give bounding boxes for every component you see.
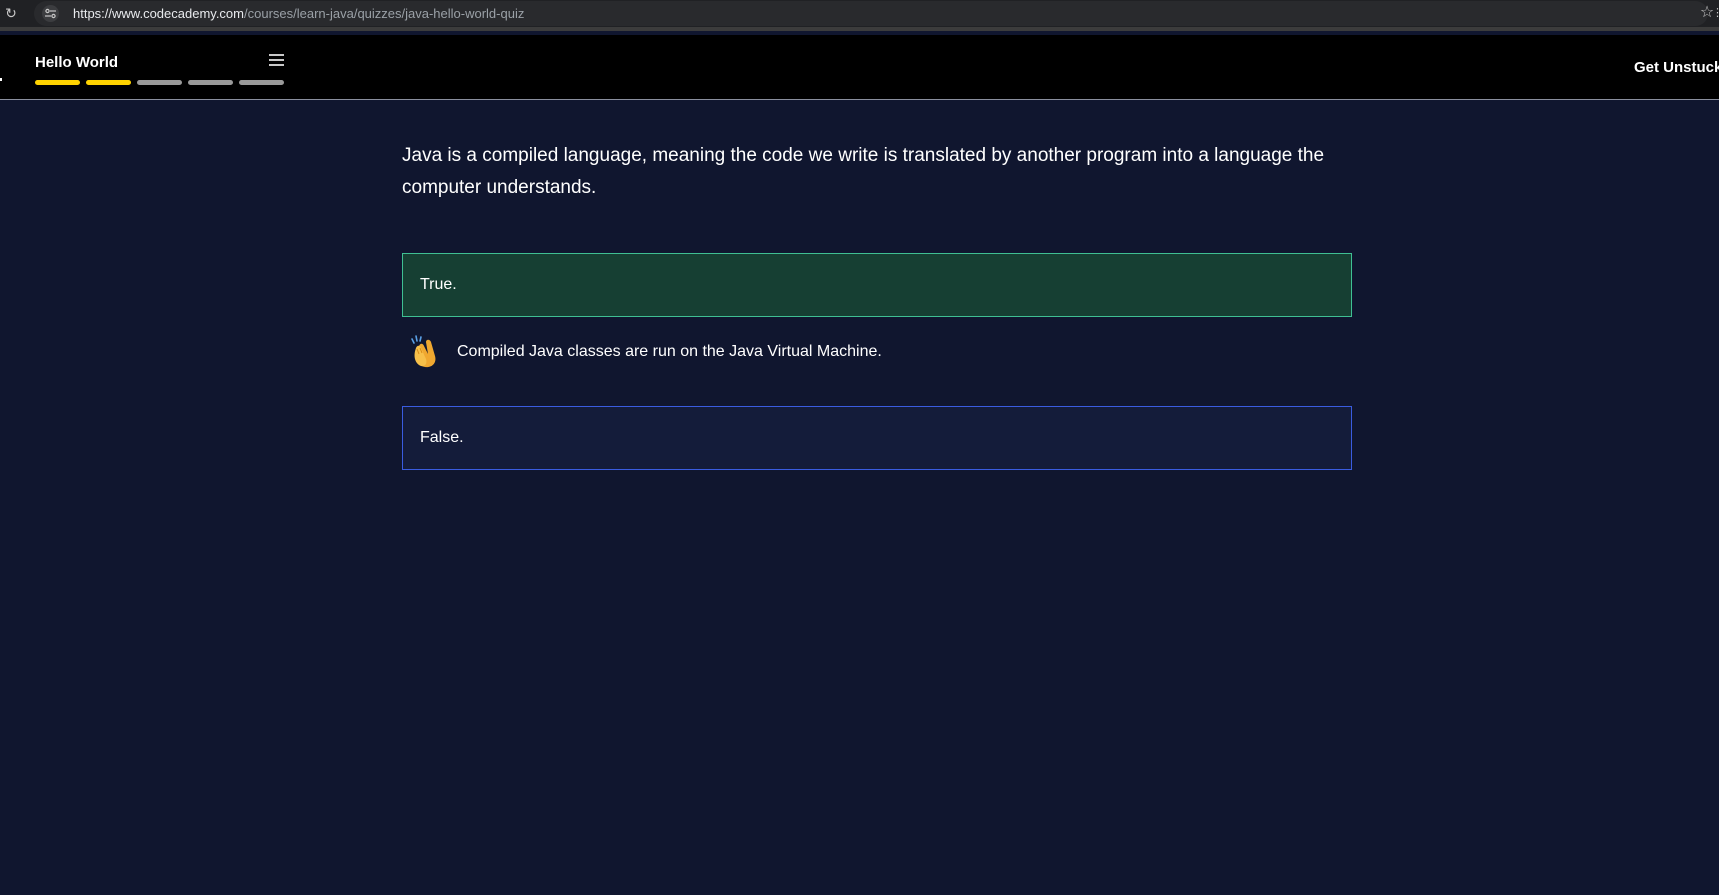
url-path: /courses/learn-java/quizzes/java-hello-w… [244,6,525,21]
clapping-hands-icon [411,335,436,368]
progress-segment-incomplete [239,80,284,85]
answer-feedback: Compiled Java classes are run on the Jav… [408,334,1308,370]
quiz-question: Java is a compiled language, meaning the… [402,145,1325,198]
progress-segment-incomplete [188,80,233,85]
url-host: https://www.codecademy.com [73,6,244,21]
hamburger-menu-icon[interactable] [269,54,284,67]
browser-toolbar: ↻ https://www.codecademy.com/courses/lea… [0,0,1719,31]
answer-option-false[interactable]: False. [402,406,1352,470]
browser-menu-icon[interactable]: ⋮ [1712,6,1719,20]
lesson-title: Hello World [35,54,119,71]
feedback-text: Compiled Java classes are run on the Jav… [457,343,882,360]
reload-icon[interactable]: ↻ [3,5,19,21]
lesson-progress-bar [35,80,286,85]
get-unstuck-button[interactable]: Get Unstuck [1634,59,1719,77]
url-text[interactable]: https://www.codecademy.com/courses/learn… [73,5,524,22]
address-bar[interactable]: https://www.codecademy.com/courses/learn… [34,1,1714,26]
left-edge-mark [0,78,2,81]
progress-segment-complete [35,80,80,85]
progress-segment-complete [86,80,131,85]
course-header: Hello World Get Unstuck [0,35,1719,100]
progress-segment-incomplete [137,80,182,85]
site-settings-icon[interactable] [42,5,59,22]
answer-option-true[interactable]: True. [402,253,1352,317]
